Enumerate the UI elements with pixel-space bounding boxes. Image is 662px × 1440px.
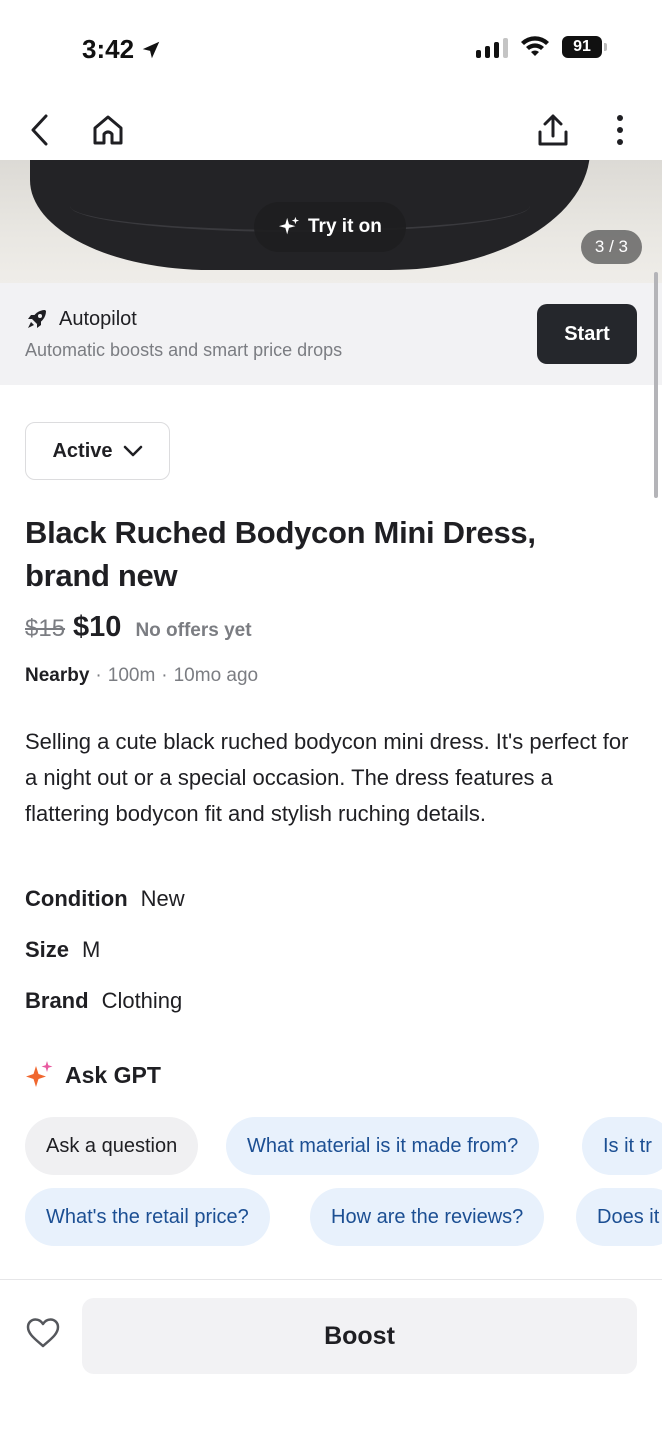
heart-icon [26, 1318, 60, 1348]
favorite-button[interactable] [22, 1312, 64, 1354]
ask-question-chip[interactable]: Ask a question [25, 1117, 199, 1175]
status-time: 3:42 [82, 34, 162, 65]
chevron-left-icon [31, 114, 48, 146]
back-button[interactable] [18, 108, 62, 152]
bottom-bar-divider [0, 1279, 662, 1280]
suggestion-chip-truncated[interactable]: Is it tr [582, 1117, 662, 1175]
status-indicators: 91 [476, 36, 607, 58]
battery-indicator: 91 [562, 36, 607, 58]
price-row: $15 $10 No offers yet [25, 611, 252, 644]
distance-label: 100m [107, 665, 156, 686]
boost-button[interactable]: Boost [82, 1298, 637, 1374]
status-time-text: 3:42 [82, 34, 135, 64]
attribute-value: M [82, 937, 101, 962]
meta-separator: · [161, 665, 168, 686]
ask-gpt-title: Ask GPT [65, 1061, 161, 1088]
location-label: Nearby [25, 665, 90, 686]
posted-time-label: 10mo ago [173, 665, 259, 686]
more-options-button[interactable] [598, 108, 642, 152]
listing-status-label: Active [52, 439, 113, 462]
meta-separator: · [95, 665, 102, 686]
rocket-icon [28, 310, 46, 328]
listing-photo[interactable]: Try it on 3 / 3 [0, 160, 662, 283]
cellular-signal-icon [476, 36, 508, 58]
try-it-on-label: Try it on [308, 216, 382, 237]
scrollbar[interactable] [654, 272, 658, 498]
share-icon [538, 114, 568, 146]
wifi-icon [521, 36, 549, 56]
current-price: $10 [73, 611, 122, 643]
status-bar: 3:42 91 [0, 0, 662, 100]
top-nav-bar [0, 100, 662, 160]
more-vertical-icon [617, 115, 623, 145]
attribute-value: Clothing [101, 988, 183, 1013]
autopilot-title-text: Autopilot [59, 307, 137, 330]
battery-level: 91 [573, 38, 591, 55]
home-icon [93, 115, 123, 145]
listing-status-dropdown[interactable]: Active [25, 422, 170, 480]
sparkle-icon [278, 216, 300, 235]
home-button[interactable] [86, 108, 130, 152]
chevron-down-icon [123, 445, 142, 457]
autopilot-start-button[interactable]: Start [537, 304, 637, 364]
attribute-key: Condition [25, 886, 128, 911]
attribute-brand: Brand Clothing [25, 988, 182, 1014]
listing-meta: Nearby · 100m · 10mo ago [25, 665, 258, 687]
share-button[interactable] [531, 108, 575, 152]
attribute-condition: Condition New [25, 886, 185, 912]
location-arrow-icon [142, 41, 160, 58]
listing-title: Black Ruched Bodycon Mini Dress, brand n… [25, 515, 536, 593]
original-price: $15 [25, 615, 66, 642]
ai-sparkle-icon [26, 1061, 53, 1087]
offers-status: No offers yet [135, 620, 252, 641]
suggestion-chip-truncated[interactable]: Does it [576, 1188, 662, 1246]
suggestion-chip-reviews[interactable]: How are the reviews? [310, 1188, 545, 1246]
ask-gpt-header: Ask GPT [25, 1060, 161, 1090]
attribute-key: Size [25, 937, 70, 962]
attribute-size: Size M [25, 937, 100, 963]
autopilot-subtitle: Automatic boosts and smart price drops [25, 340, 343, 360]
photo-page-counter: 3 / 3 [580, 230, 642, 264]
attribute-key: Brand [25, 988, 89, 1013]
autopilot-title: Autopilot [25, 307, 137, 331]
attribute-value: New [140, 886, 185, 911]
photo-page-counter-text: 3 / 3 [594, 237, 628, 256]
suggestion-chip-retail-price[interactable]: What's the retail price? [25, 1188, 270, 1246]
suggestion-chip-material[interactable]: What material is it made from? [226, 1117, 540, 1175]
try-it-on-button[interactable]: Try it on [254, 202, 406, 252]
autopilot-banner: Autopilot Automatic boosts and smart pri… [0, 283, 662, 385]
listing-description: Selling a cute black ruched bodycon mini… [25, 729, 629, 826]
